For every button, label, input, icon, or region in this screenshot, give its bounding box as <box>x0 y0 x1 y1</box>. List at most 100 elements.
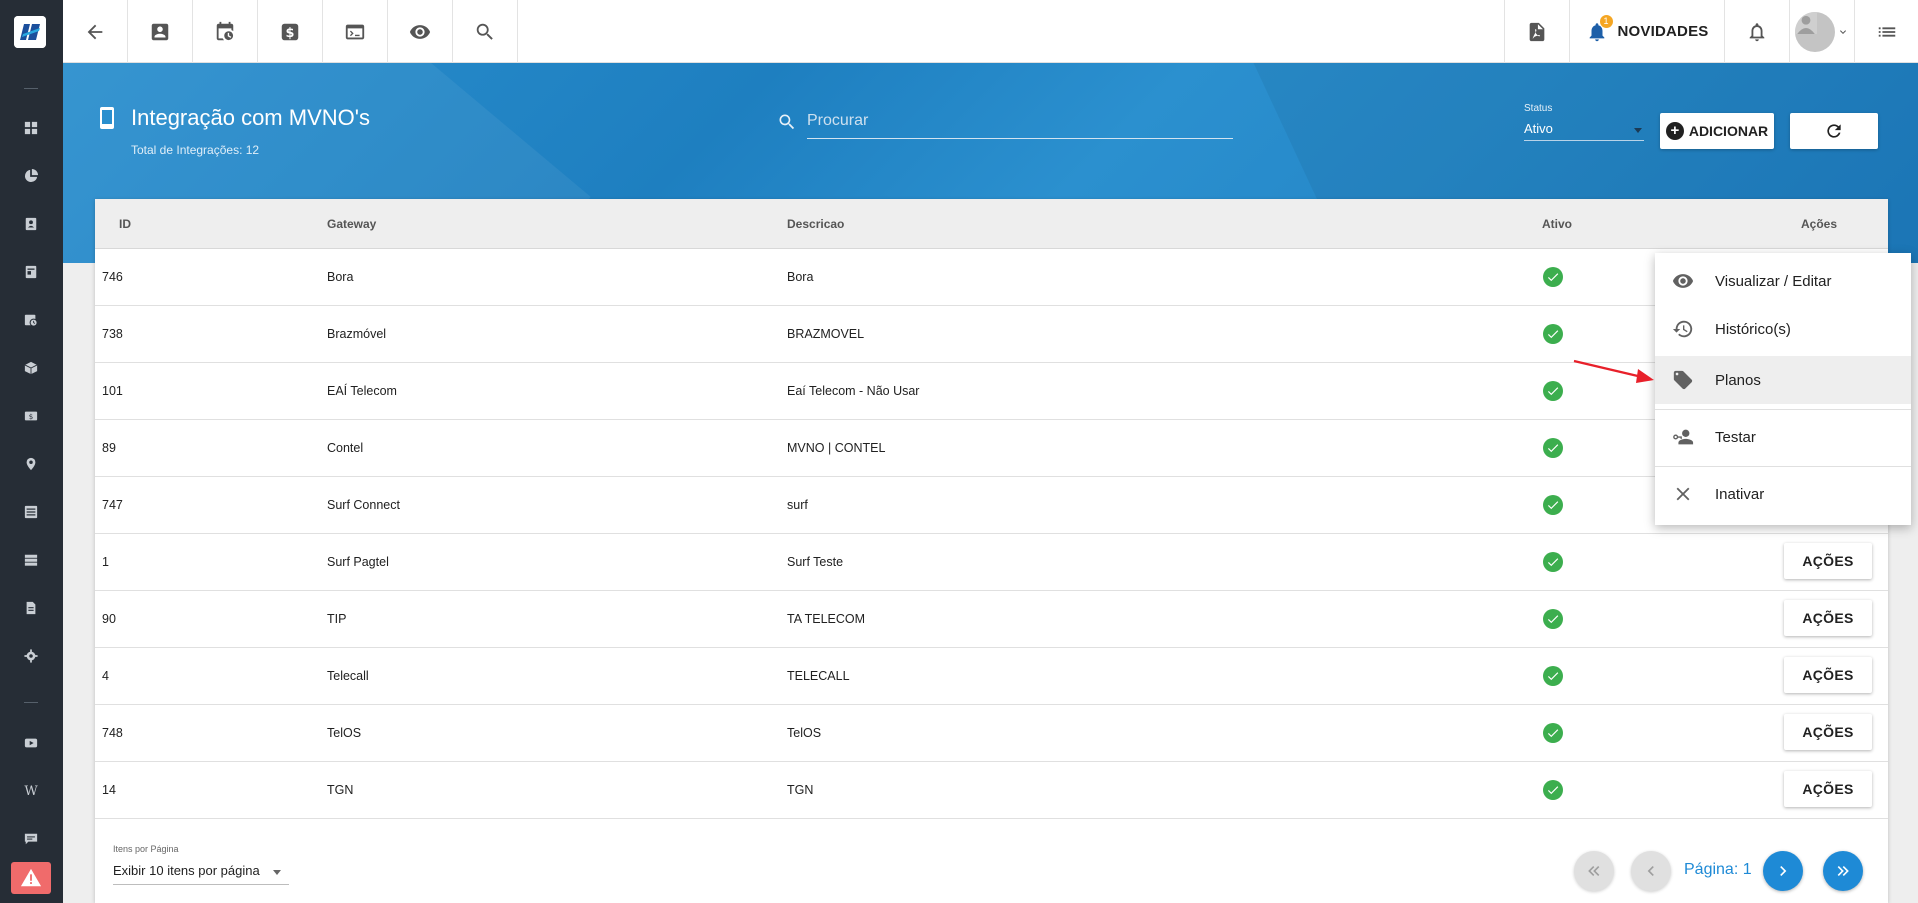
history-icon <box>1671 317 1695 341</box>
server-icon[interactable] <box>21 550 41 570</box>
cell-id: 89 <box>102 441 116 455</box>
actions-button[interactable]: AÇÕES <box>1784 657 1872 693</box>
actions-button[interactable]: AÇÕES <box>1784 543 1872 579</box>
document-icon[interactable] <box>21 262 41 282</box>
novidades-badge: 1 <box>1599 14 1613 28</box>
refresh-icon <box>1827 124 1841 138</box>
list-menu-icon <box>1878 26 1895 37</box>
column-header-descricao[interactable]: Descricao <box>787 217 844 231</box>
cell-descricao: Eaí Telecom - Não Usar <box>787 384 920 398</box>
double-chevron-left-icon <box>1588 866 1600 876</box>
cell-descricao: TelOS <box>787 726 822 740</box>
cell-gateway: TelOS <box>327 726 362 740</box>
contacts-button[interactable] <box>128 0 193 63</box>
page-title: Integração com MVNO's <box>131 105 370 130</box>
menu-item-label: Visualizar / Editar <box>1715 272 1832 290</box>
check-circle-icon <box>1543 609 1563 629</box>
caret-down-icon <box>1634 128 1642 133</box>
status-value: Ativo <box>1524 121 1553 136</box>
cell-id: 748 <box>102 726 123 740</box>
chevron-down-icon <box>1840 29 1846 34</box>
actions-button[interactable]: AÇÕES <box>1784 771 1872 807</box>
check-circle-icon <box>1543 666 1563 686</box>
terminal-button[interactable] <box>323 0 388 63</box>
calendar-clock-icon[interactable] <box>21 310 41 330</box>
menu-item-historicos[interactable]: Histórico(s) <box>1655 305 1911 353</box>
notifications-button[interactable] <box>1724 0 1789 63</box>
chat-icon[interactable] <box>21 829 41 849</box>
search-button[interactable] <box>453 0 518 63</box>
cell-id: 747 <box>102 498 123 512</box>
list-box-icon[interactable] <box>21 502 41 522</box>
double-chevron-right-icon <box>1837 866 1849 876</box>
contacts-icon[interactable] <box>21 214 41 234</box>
cell-id: 4 <box>102 669 109 683</box>
view-button[interactable] <box>388 0 453 63</box>
first-page-button[interactable] <box>1574 851 1614 891</box>
settings-icon[interactable] <box>21 646 41 666</box>
cell-id: 746 <box>102 270 123 284</box>
wiki-icon[interactable]: W <box>21 781 41 801</box>
dashboard-icon[interactable] <box>21 118 41 138</box>
cell-gateway: Surf Pagtel <box>327 555 389 569</box>
user-menu[interactable] <box>1789 0 1854 63</box>
menu-item-planos[interactable]: Planos <box>1655 356 1911 404</box>
add-button[interactable]: + ADICIONAR <box>1660 113 1774 149</box>
bell-icon: 1 <box>1586 14 1613 43</box>
money-icon[interactable]: $ <box>21 406 41 426</box>
column-header-ativo[interactable]: Ativo <box>1542 217 1572 231</box>
menu-item-label: Testar <box>1715 428 1756 446</box>
cell-descricao: TGN <box>787 783 814 797</box>
back-button[interactable] <box>63 0 128 63</box>
app-logo[interactable] <box>14 16 46 48</box>
cell-gateway: Telecall <box>327 669 369 683</box>
menu-button[interactable] <box>1854 0 1918 63</box>
next-page-button[interactable] <box>1763 851 1803 891</box>
refresh-button[interactable] <box>1790 113 1878 149</box>
column-header-gateway[interactable]: Gateway <box>327 217 376 231</box>
pdf-button[interactable] <box>1504 0 1569 63</box>
annotation-arrow <box>1573 359 1654 383</box>
search-input[interactable] <box>807 103 1233 139</box>
last-page-button[interactable] <box>1823 851 1863 891</box>
cell-id: 90 <box>102 612 116 626</box>
items-per-page-value: Exibir 10 itens por página <box>113 863 260 878</box>
menu-divider <box>1655 409 1911 410</box>
check-circle-icon <box>1543 780 1563 800</box>
table-row: 746 Bora Bora <box>95 249 1888 306</box>
svg-text:$: $ <box>286 26 295 41</box>
actions-button[interactable]: AÇÕES <box>1784 714 1872 750</box>
location-icon[interactable] <box>21 454 41 474</box>
cell-id: 14 <box>102 783 116 797</box>
status-select[interactable]: Ativo <box>1524 117 1644 141</box>
menu-item-testar[interactable]: Testar <box>1655 413 1911 461</box>
column-header-id[interactable]: ID <box>119 217 131 231</box>
actions-menu: Visualizar / Editar Histórico(s) Planos … <box>1655 253 1911 525</box>
schedule-button[interactable] <box>193 0 258 63</box>
menu-item-visualizar-editar[interactable]: Visualizar / Editar <box>1655 257 1911 305</box>
prev-page-button[interactable] <box>1631 851 1671 891</box>
pie-chart-icon[interactable] <box>21 166 41 186</box>
cell-gateway: TGN <box>327 783 354 797</box>
add-button-label: ADICIONAR <box>1688 123 1769 139</box>
eye-icon <box>409 24 431 39</box>
box-icon[interactable] <box>21 358 41 378</box>
cell-gateway: Brazmóvel <box>327 327 387 341</box>
novidades-label: NOVIDADES <box>1617 23 1709 40</box>
novidades-button[interactable]: 1 NOVIDADES <box>1569 0 1724 63</box>
menu-item-label: Planos <box>1715 371 1761 389</box>
cell-gateway: Contel <box>327 441 364 455</box>
items-per-page-select[interactable]: Exibir 10 itens por página <box>113 863 289 885</box>
menu-item-inativar[interactable]: Inativar <box>1655 470 1911 518</box>
terminal-icon <box>345 24 365 39</box>
table-row: 89 Contel MVNO | CONTEL <box>95 420 1888 477</box>
file-icon[interactable] <box>21 598 41 618</box>
alert-button[interactable] <box>11 862 51 894</box>
check-circle-icon <box>1543 381 1563 401</box>
actions-button[interactable]: AÇÕES <box>1784 600 1872 636</box>
finance-button[interactable]: $ <box>258 0 323 63</box>
video-icon[interactable] <box>21 733 41 753</box>
dollar-box-icon: $ <box>281 23 299 41</box>
cell-id: 738 <box>102 327 123 341</box>
svg-text:$: $ <box>29 413 33 421</box>
